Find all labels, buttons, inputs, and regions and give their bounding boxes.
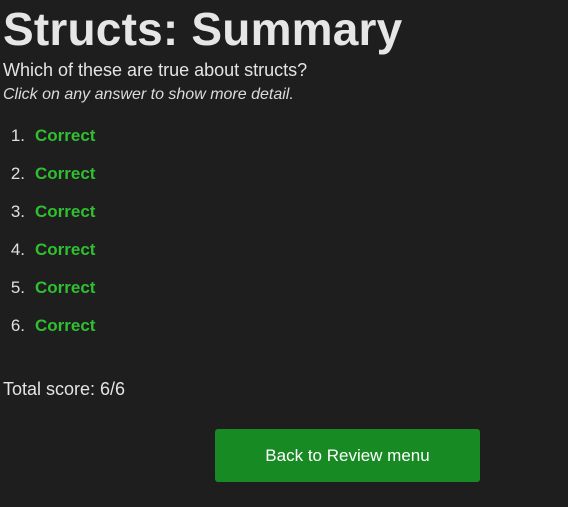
answer-number: 1.: [10, 126, 25, 145]
answer-status[interactable]: Correct: [35, 126, 95, 146]
answer-item-5[interactable]: 5. Correct: [3, 269, 563, 307]
answer-item-4[interactable]: 4. Correct: [3, 231, 563, 269]
page-title: Structs: Summary: [3, 3, 403, 55]
answer-status[interactable]: Correct: [35, 240, 95, 260]
answer-number: 5.: [10, 278, 25, 297]
answer-status[interactable]: Correct: [35, 278, 95, 298]
answer-item-1[interactable]: 1. Correct: [3, 117, 563, 155]
answer-status[interactable]: Correct: [35, 164, 95, 184]
back-to-review-button[interactable]: Back to Review menu: [215, 429, 480, 482]
answer-list: 1. Correct 2. Correct 3. Correct 4. Corr…: [3, 117, 563, 345]
summary-page: Structs: Summary Which of these are true…: [3, 0, 563, 345]
answer-item-3[interactable]: 3. Correct: [3, 193, 563, 231]
answer-number: 6.: [10, 316, 25, 335]
question-text: Which of these are true about structs?: [3, 60, 308, 80]
answer-number: 4.: [10, 240, 25, 259]
answer-number: 3.: [10, 202, 25, 221]
answer-status[interactable]: Correct: [35, 316, 95, 336]
hint-text: Click on any answer to show more detail.: [3, 86, 294, 103]
total-score: Total score: 6/6: [3, 379, 126, 399]
answer-item-2[interactable]: 2. Correct: [3, 155, 563, 193]
answer-item-6[interactable]: 6. Correct: [3, 307, 563, 345]
answer-status[interactable]: Correct: [35, 202, 95, 222]
answer-number: 2.: [10, 164, 25, 183]
